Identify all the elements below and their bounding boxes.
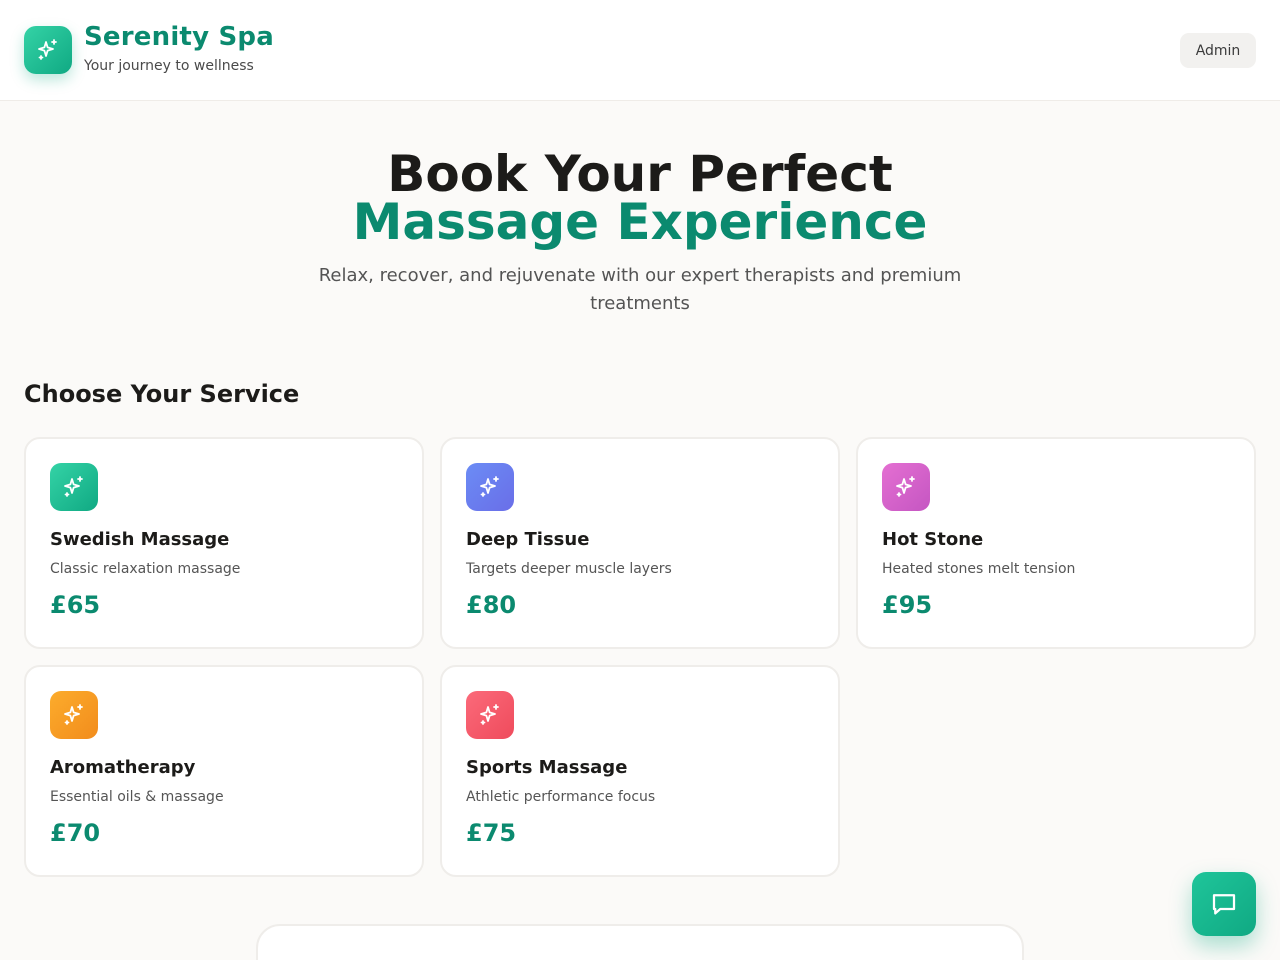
service-price: £65 (50, 591, 101, 619)
hero-title-line2: Massage Experience (352, 193, 928, 251)
section-title: Choose Your Service (24, 380, 300, 408)
service-card-hot-stone[interactable]: Hot Stone Heated stones melt tension £95 (856, 437, 1256, 649)
service-price: £75 (466, 819, 517, 847)
brand-tagline: Your journey to wellness (84, 58, 254, 74)
service-card-aromatherapy[interactable]: Aromatherapy Essential oils & massage £7… (24, 665, 424, 877)
chat-icon (1212, 894, 1236, 915)
sparkles-icon (480, 476, 499, 497)
service-icon-tile (466, 463, 514, 511)
service-icon-tile (882, 463, 930, 511)
service-title: Deep Tissue (466, 529, 590, 550)
sparkles-icon (38, 39, 57, 60)
service-price: £95 (882, 591, 933, 619)
header: Serenity Spa Your journey to wellness Ad… (0, 0, 1280, 101)
chat-button[interactable] (1192, 872, 1256, 936)
service-title: Hot Stone (882, 529, 984, 550)
service-icon-tile (50, 463, 98, 511)
sparkles-icon (64, 704, 83, 725)
service-card-deep-tissue[interactable]: Deep Tissue Targets deeper muscle layers… (440, 437, 840, 649)
brand-name: Serenity Spa (84, 22, 274, 52)
sparkles-icon (480, 704, 499, 725)
admin-button[interactable]: Admin (1180, 33, 1256, 68)
service-price: £70 (50, 819, 101, 847)
service-description: Essential oils & massage (50, 789, 224, 805)
sparkles-icon (64, 476, 83, 497)
service-title: Swedish Massage (50, 529, 230, 550)
hero-subtitle: Relax, recover, and rejuvenate with our … (318, 265, 962, 314)
logo[interactable] (24, 26, 72, 74)
service-card-swedish-massage[interactable]: Swedish Massage Classic relaxation massa… (24, 437, 424, 649)
sparkles-icon (896, 476, 915, 497)
service-icon-tile (50, 691, 98, 739)
booking-panel (256, 924, 1024, 960)
service-description: Targets deeper muscle layers (466, 561, 672, 577)
service-description: Athletic performance focus (466, 789, 656, 805)
service-icon-tile (466, 691, 514, 739)
service-description: Heated stones melt tension (882, 561, 1076, 577)
service-card-sports-massage[interactable]: Sports Massage Athletic performance focu… (440, 665, 840, 877)
service-description: Classic relaxation massage (50, 561, 241, 577)
service-title: Aromatherapy (50, 757, 196, 778)
service-title: Sports Massage (466, 757, 628, 778)
service-price: £80 (466, 591, 517, 619)
